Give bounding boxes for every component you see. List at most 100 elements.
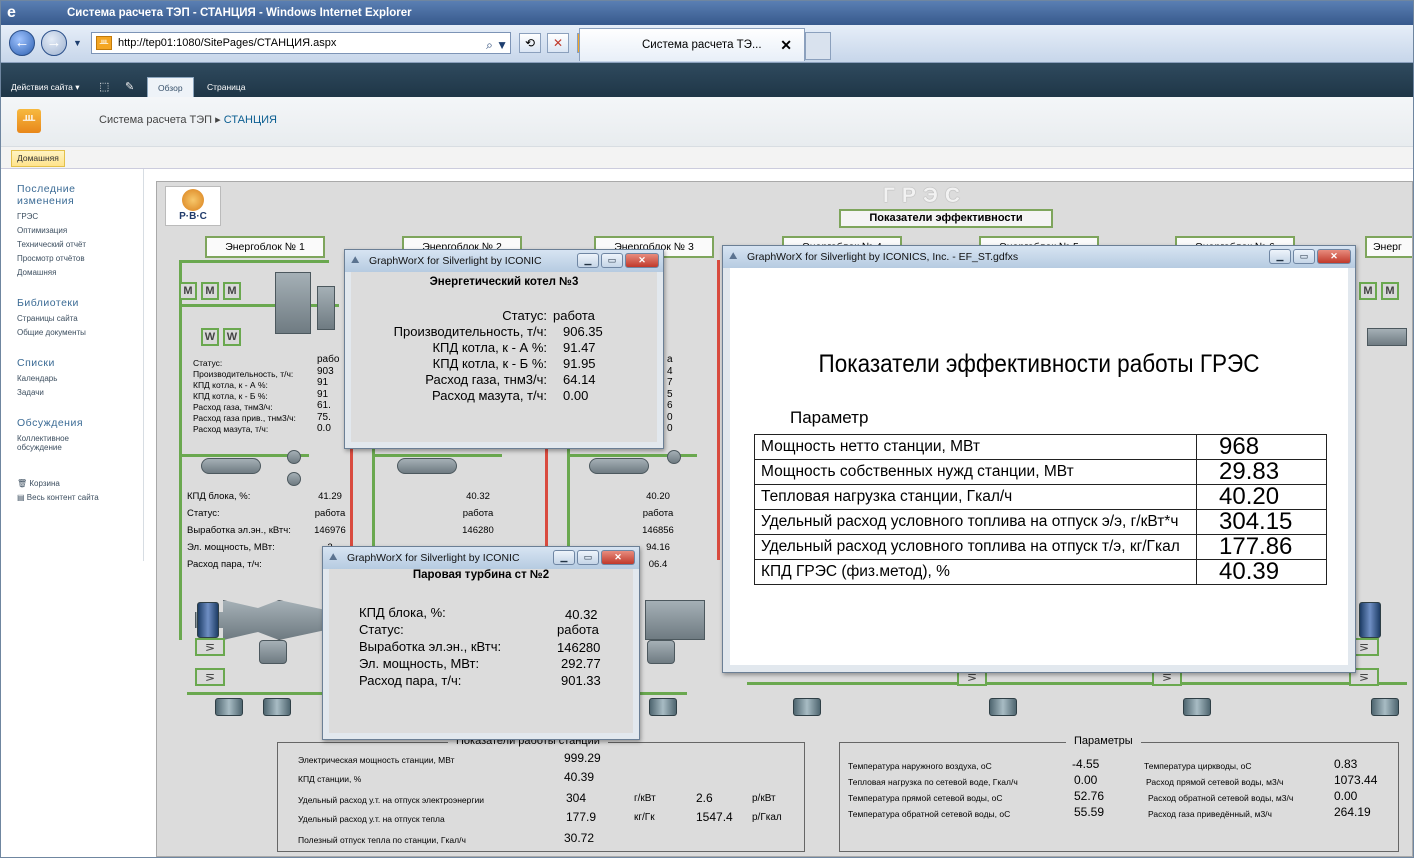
station-metrics-panel: Показатели работы станции Электрическая …: [277, 735, 805, 852]
breadcrumb-root[interactable]: Система расчета ТЭП: [99, 114, 212, 126]
pump-tank-icon: [1371, 698, 1399, 716]
close-icon[interactable]: ✕: [601, 550, 635, 565]
stop-icon[interactable]: ✕: [547, 33, 569, 53]
efficiency-button[interactable]: Показатели эффективности: [839, 209, 1053, 228]
station-row-unit: р/Гкал: [752, 812, 782, 823]
pipe-segment: [179, 260, 329, 263]
close-icon[interactable]: ✕: [1317, 249, 1351, 264]
turbine-window-title-bar[interactable]: ⛰ GraphWorX for Silverlight by ICONIC ▁ …: [323, 547, 639, 569]
pipe-segment: [372, 454, 502, 457]
efficiency-window-title-bar[interactable]: ⛰ GraphWorX for Silverlight by ICONICS, …: [723, 246, 1355, 268]
param-label: Расход газа приведённый, м3/ч: [1148, 809, 1272, 819]
maximize-icon[interactable]: ▭: [1293, 249, 1315, 264]
new-tab-button[interactable]: [805, 32, 831, 60]
tab-page[interactable]: Страница: [197, 77, 256, 97]
back-arrow-icon[interactable]: ←: [9, 30, 35, 56]
turbine-popup-window[interactable]: ⛰ GraphWorX for Silverlight by ICONIC ▁ …: [322, 546, 640, 740]
turbine-icon: [645, 600, 705, 640]
table-row: Мощность нетто станции, МВт 968: [754, 434, 1327, 460]
tab-browse[interactable]: Обзор: [147, 77, 194, 97]
quick-launch: Последние изменения ГРЭС Оптимизация Тех…: [1, 169, 144, 561]
forward-arrow-icon[interactable]: →: [41, 30, 67, 56]
efficiency-table: Мощность нетто станции, МВт 968 Мощность…: [754, 434, 1327, 585]
browser-tab[interactable]: Система расчета ТЭ... ✕: [579, 28, 805, 61]
pump-tank-icon: [649, 698, 677, 716]
gres-title: ГРЭС: [883, 184, 968, 207]
pump-tank-icon: [793, 698, 821, 716]
generator-icon: [197, 602, 219, 638]
ql-item-gres[interactable]: ГРЭС: [17, 212, 143, 221]
turbine-row-value: 901.33: [561, 673, 601, 688]
ql-item-reports-view[interactable]: Просмотр отчётов: [17, 254, 143, 263]
param-label: Температура циркводы, оС: [1144, 761, 1252, 771]
ql-all-content[interactable]: ▤ Весь контент сайта: [17, 493, 143, 502]
turbine-window-heading: Паровая турбина ст №2: [412, 569, 550, 581]
ql-item-tasks[interactable]: Задачи: [17, 388, 143, 397]
station-row-label: Удельный расход у.т. на отпуск тепла: [298, 814, 445, 824]
ql-item-team-discussion[interactable]: Коллективное обсуждение: [17, 434, 97, 452]
ql-heading-discussions[interactable]: Обсуждения: [17, 417, 143, 429]
boiler-popup-window[interactable]: ⛰ GraphWorX for Silverlight by ICONIC ▁ …: [344, 249, 664, 449]
site-favicon-icon: ᚈ: [96, 36, 112, 50]
boiler-row-label: Расход мазута, т/ч:: [431, 388, 547, 403]
edit-page-icon[interactable]: ✎: [125, 80, 137, 93]
home-link[interactable]: Домашняя: [11, 150, 65, 167]
refresh-icon[interactable]: ⟲: [519, 33, 541, 53]
minimize-icon[interactable]: ▁: [1269, 249, 1291, 264]
param-label: Расход прямой сетевой воды, м3/ч: [1146, 777, 1284, 787]
mill-icon: [201, 458, 261, 474]
boiler-window-title-bar[interactable]: ⛰ GraphWorX for Silverlight by ICONIC ▁ …: [345, 250, 663, 272]
station-row-unit: г/кВт: [634, 793, 656, 804]
boiler-window-body: Энергетический котел №3 Статус: работа П…: [351, 272, 657, 442]
history-dropdown-icon[interactable]: ▼: [73, 38, 82, 48]
site-logo-icon[interactable]: ᚈ: [17, 109, 41, 133]
search-dropdown-icon[interactable]: ⌕ ▼: [486, 35, 508, 55]
energoblok-1-button[interactable]: Энергоблок № 1: [205, 236, 325, 258]
efficiency-row-value: 29.83: [1196, 459, 1327, 485]
close-icon[interactable]: ✕: [625, 253, 659, 268]
turbine-row-label: Расход пара, т/ч:: [359, 673, 462, 688]
efficiency-row-label: Удельный расход условного топлива на отп…: [754, 509, 1197, 535]
tab-close-icon[interactable]: ✕: [780, 29, 792, 62]
ql-heading-libraries[interactable]: Библиотеки: [17, 297, 143, 309]
site-header: ᚈ Система расчета ТЭП ▸ СТАНЦИЯ: [1, 97, 1413, 147]
navigate-up-icon[interactable]: ⬚: [99, 80, 111, 93]
mill-icon: [589, 458, 649, 474]
energoblok-7-button[interactable]: Энерг: [1365, 236, 1412, 258]
station-row-label: КПД станции, %: [298, 774, 362, 784]
turbine-row-label: Статус:: [359, 622, 404, 637]
ql-item-calendar[interactable]: Календарь: [17, 374, 143, 383]
app-icon: ⛰: [351, 255, 360, 266]
param-value: 0.00: [1334, 789, 1358, 803]
param-value: 1073.44: [1334, 773, 1378, 787]
ql-recycle-bin[interactable]: 🗑 Корзина: [17, 479, 143, 488]
maximize-icon[interactable]: ▭: [577, 550, 599, 565]
address-bar[interactable]: ᚈ http://tep01:1080/SitePages/СТАНЦИЯ.as…: [91, 32, 511, 54]
minimize-icon[interactable]: ▁: [553, 550, 575, 565]
efficiency-popup-window[interactable]: ⛰ GraphWorX for Silverlight by ICONICS, …: [722, 245, 1356, 673]
deaerator-icon: [647, 640, 675, 664]
param-value: 55.59: [1074, 805, 1105, 819]
boiler-row-label: Производительность, т/ч:: [393, 324, 547, 339]
ql-item-site-pages[interactable]: Страницы сайта: [17, 314, 143, 323]
ql-item-tech-report[interactable]: Технический отчёт: [17, 240, 143, 249]
boiler-row-value: 0.00: [563, 388, 589, 403]
ql-item-shared-docs[interactable]: Общие документы: [17, 328, 143, 337]
ql-item-optimization[interactable]: Оптимизация: [17, 226, 143, 235]
window-title-bar: e Система расчета ТЭП - СТАНЦИЯ - Window…: [1, 1, 1413, 25]
ql-heading-lists[interactable]: Списки: [17, 357, 143, 369]
boiler-row-value: 906.35: [563, 324, 603, 339]
site-actions-menu[interactable]: Действия сайта ▾: [11, 82, 79, 93]
param-label: Температура наружного воздуха, оС: [848, 761, 992, 771]
minimize-icon[interactable]: ▁: [577, 253, 599, 268]
ql-heading-recent[interactable]: Последние изменения: [17, 183, 97, 207]
efficiency-row-value: 304.15: [1196, 509, 1327, 535]
boiler-row-label: КПД котла, к - А %:: [432, 340, 547, 355]
ql-item-home[interactable]: Домашняя: [17, 268, 143, 277]
all-content-icon: ▤: [17, 493, 27, 502]
air-heater-icon: M: [223, 282, 241, 300]
maximize-icon[interactable]: ▭: [601, 253, 623, 268]
window-title: Система расчета ТЭП - СТАНЦИЯ - Windows …: [67, 7, 412, 19]
deaerator-icon: [259, 640, 287, 664]
param-value: -4.55: [1072, 757, 1100, 771]
